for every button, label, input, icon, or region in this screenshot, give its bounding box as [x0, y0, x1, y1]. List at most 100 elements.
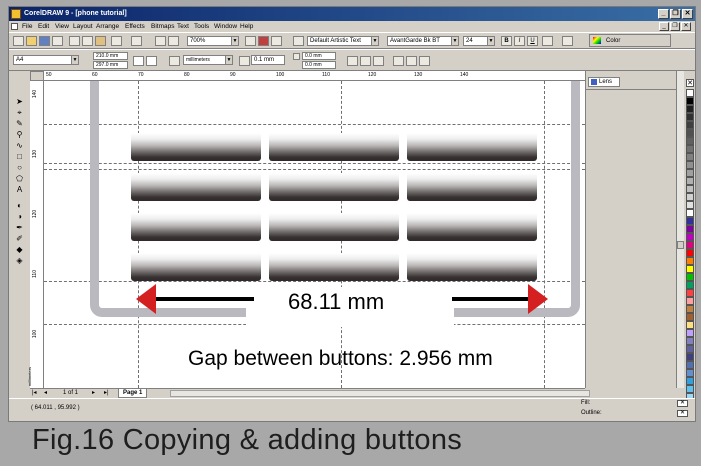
zoom-level-field[interactable]: 700% ▼ — [187, 36, 239, 46]
palette-swatch[interactable] — [686, 201, 694, 209]
portrait-icon[interactable] — [133, 56, 144, 66]
palette-swatch[interactable] — [686, 161, 694, 169]
palette-swatch[interactable] — [686, 313, 694, 321]
palette-swatch[interactable] — [686, 217, 694, 225]
palette-swatch[interactable] — [686, 129, 694, 137]
chevron-down-icon[interactable]: ▼ — [225, 56, 232, 64]
application-launcher-icon[interactable] — [245, 36, 256, 46]
duplicate-x-field[interactable]: 0.0 mm — [302, 52, 336, 60]
print-icon[interactable] — [52, 36, 63, 46]
paste-icon[interactable] — [95, 36, 106, 46]
phone-key[interactable] — [407, 173, 537, 201]
outline-swatch-icon[interactable]: ✕ — [677, 410, 688, 417]
dimension-text[interactable]: 68.11 mm — [288, 289, 384, 315]
knife-tool-icon[interactable]: ✎ — [15, 119, 24, 128]
palette-swatch[interactable] — [686, 105, 694, 113]
pick-tool-icon[interactable]: ➤ — [15, 97, 24, 106]
menu-window[interactable]: Window — [214, 21, 237, 32]
cut-icon[interactable] — [69, 36, 80, 46]
phone-key[interactable] — [269, 253, 399, 281]
fill-swatch-icon[interactable]: ✕ — [677, 400, 688, 407]
snap-to-grid-icon[interactable] — [347, 56, 358, 66]
doc-minimize-button[interactable]: _ — [659, 22, 669, 31]
palette-swatch[interactable] — [686, 289, 694, 297]
zoom-tool-icon[interactable]: ⚲ — [15, 130, 24, 139]
text-style-dropdown[interactable]: Default Artistic Text ▼ — [307, 36, 379, 46]
menu-file[interactable]: File — [22, 21, 32, 32]
menu-edit[interactable]: Edit — [38, 21, 49, 32]
italic-button[interactable]: I — [514, 36, 525, 46]
fill-tool-icon[interactable]: ◆ — [15, 245, 24, 254]
menu-text[interactable]: Text — [177, 21, 189, 32]
palette-swatch[interactable] — [686, 209, 694, 217]
options-icon[interactable] — [419, 56, 430, 66]
palette-swatch[interactable] — [686, 385, 694, 393]
phone-key[interactable] — [407, 253, 537, 281]
palette-swatch[interactable] — [686, 89, 694, 97]
page-tab[interactable]: Page 1 — [118, 389, 148, 398]
menu-help[interactable]: Help — [240, 21, 253, 32]
phone-key[interactable] — [269, 173, 399, 201]
color-docker-button[interactable]: Color — [589, 34, 671, 47]
palette-swatch[interactable] — [686, 241, 694, 249]
import-icon[interactable] — [155, 36, 166, 46]
document-icon[interactable] — [11, 23, 18, 30]
font-name-dropdown[interactable]: AvantGarde Bk BT ▼ — [387, 36, 459, 46]
polygon-tool-icon[interactable]: ⬠ — [15, 174, 24, 183]
snap-to-guidelines-icon[interactable] — [360, 56, 371, 66]
menu-effects[interactable]: Effects — [125, 21, 145, 32]
undo-icon[interactable] — [111, 36, 122, 46]
page-width-field[interactable]: 210.0 mm — [93, 52, 128, 60]
palette-swatch[interactable] — [686, 377, 694, 385]
menu-view[interactable]: View — [55, 21, 69, 32]
previous-page-icon[interactable]: ◂ — [44, 389, 47, 398]
chevron-down-icon[interactable]: ▼ — [487, 37, 494, 45]
palette-swatch[interactable] — [686, 257, 694, 265]
phone-key[interactable] — [131, 133, 261, 161]
chevron-down-icon[interactable]: ▼ — [231, 37, 238, 45]
menu-layout[interactable]: Layout — [73, 21, 93, 32]
text-tool-icon[interactable]: A — [15, 185, 24, 194]
palette-swatch[interactable] — [686, 121, 694, 129]
palette-swatch[interactable] — [686, 297, 694, 305]
menu-tools[interactable]: Tools — [194, 21, 209, 32]
palette-swatch[interactable] — [686, 281, 694, 289]
last-page-icon[interactable]: ▸| — [104, 389, 109, 398]
minimize-button[interactable]: _ — [658, 9, 669, 19]
rectangle-tool-icon[interactable]: □ — [15, 152, 24, 161]
duplicate-y-field[interactable]: 0.0 mm — [302, 61, 336, 69]
phone-key[interactable] — [269, 213, 399, 241]
restore-button[interactable]: ❐ — [670, 9, 681, 19]
palette-swatch[interactable] — [686, 353, 694, 361]
chevron-down-icon[interactable]: ▼ — [371, 37, 378, 45]
palette-swatch[interactable] — [686, 329, 694, 337]
palette-swatch[interactable] — [686, 185, 694, 193]
units-dropdown[interactable]: millimeters ▼ — [183, 55, 233, 65]
phone-key[interactable] — [131, 253, 261, 281]
page-height-field[interactable]: 297.0 mm — [93, 61, 128, 69]
palette-swatch[interactable] — [686, 321, 694, 329]
outline-tool-icon[interactable]: ✐ — [15, 234, 24, 243]
gap-annotation-text[interactable]: Gap between buttons: 2.956 mm — [188, 347, 493, 371]
palette-swatch[interactable] — [686, 113, 694, 121]
corel-online-icon[interactable] — [258, 36, 269, 46]
landscape-icon[interactable] — [146, 56, 157, 66]
phone-key[interactable] — [407, 133, 537, 161]
menu-arrange[interactable]: Arrange — [96, 21, 119, 32]
phone-key[interactable] — [131, 173, 261, 201]
next-page-icon[interactable]: ▸ — [92, 389, 95, 398]
palette-swatch[interactable] — [686, 177, 694, 185]
vertical-ruler[interactable]: 140 130 120 110 100 millimeters — [27, 81, 44, 388]
palette-swatch[interactable] — [686, 345, 694, 353]
palette-swatch[interactable] — [686, 337, 694, 345]
save-icon[interactable] — [39, 36, 50, 46]
align-icon[interactable] — [542, 36, 553, 46]
export-icon[interactable] — [168, 36, 179, 46]
horizontal-ruler[interactable]: 50 60 70 80 90 100 110 120 130 140 — [44, 71, 585, 81]
interactive-blend-tool-icon[interactable]: ◐ — [15, 201, 24, 210]
palette-swatch[interactable] — [686, 369, 694, 377]
palette-swatch[interactable] — [686, 169, 694, 177]
palette-swatch[interactable] — [686, 273, 694, 281]
paper-type-icon[interactable] — [169, 56, 180, 66]
draw-objects-icon[interactable] — [406, 56, 417, 66]
